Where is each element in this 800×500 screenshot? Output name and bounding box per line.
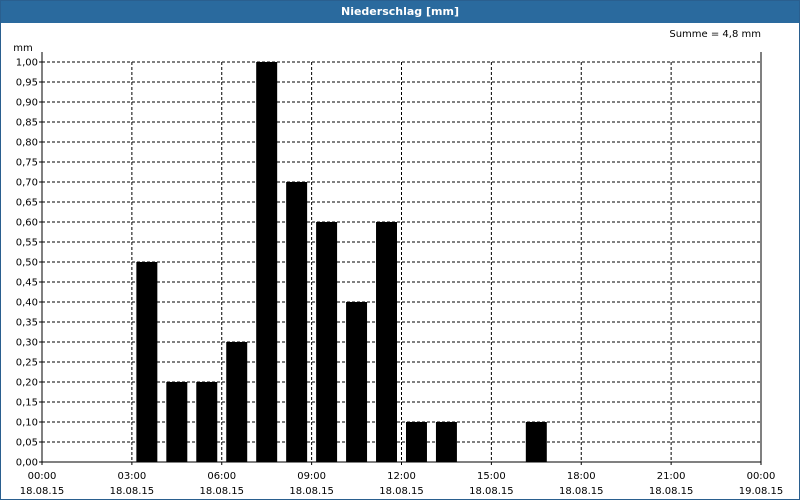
x-tick-time-label: 21:00	[657, 471, 686, 482]
x-tick-labels: 00:00 18.08.15 03:00 18.08.15 06:00 18.08.15 0…	[20, 471, 784, 497]
y-tick-label: 0,15	[16, 398, 38, 409]
y-tick-label: 0,45	[16, 278, 38, 289]
precipitation-chart: mm Summe = 4,8 mm 0,000,050,100,150,200,…	[13, 29, 784, 497]
y-tick-label: 0,50	[16, 258, 38, 269]
bar	[346, 302, 368, 462]
bar	[376, 222, 398, 462]
chart-window: Niederschlag [mm] mm Summe = 4,8 mm 0,00…	[0, 0, 800, 500]
x-tick-date-label: 18.08.15	[379, 486, 424, 497]
x-tick-time-label: 00:00	[747, 471, 776, 482]
sum-annotation: Summe = 4,8 mm	[669, 29, 761, 40]
y-tick-label: 0,85	[16, 118, 38, 129]
bar	[136, 262, 158, 462]
y-tick-label: 0,90	[16, 98, 38, 109]
bar	[286, 182, 308, 462]
y-tick-label: 0,30	[16, 338, 38, 349]
y-tick-label: 0,95	[16, 78, 38, 89]
y-tick-label: 0,80	[16, 138, 38, 149]
y-tick-labels: 0,00 0,05 0,10 0,15 0,20 0,25 0,30 0,35 0,40 0,45…	[16, 58, 38, 469]
y-axis-unit-label: mm	[13, 43, 32, 54]
window-title: Niederschlag [mm]	[1, 1, 799, 23]
y-tick-label: 0,60	[16, 218, 38, 229]
bar	[435, 422, 457, 462]
x-tick-date-label: 18.08.15	[469, 486, 514, 497]
x-tick-date-label: 18.08.15	[559, 486, 604, 497]
y-tick-label: 0,20	[16, 378, 38, 389]
bar	[196, 382, 218, 462]
x-tick-date-label: 18.08.15	[649, 486, 694, 497]
x-tick-time-label: 12:00	[387, 471, 416, 482]
x-tick-date-label: 18.08.15	[289, 486, 334, 497]
y-tick-label: 1,00	[16, 58, 38, 69]
bar	[166, 382, 188, 462]
x-tick-time-label: 09:00	[297, 471, 326, 482]
bar	[405, 422, 427, 462]
y-tick-label: 0,55	[16, 238, 38, 249]
x-tick-time-label: 03:00	[117, 471, 146, 482]
y-tick-label: 0,35	[16, 318, 38, 329]
bar	[316, 222, 338, 462]
x-tick-time-label: 15:00	[477, 471, 506, 482]
bar	[256, 62, 278, 462]
x-tick-time-label: 00:00	[28, 471, 57, 482]
x-tick-date-label: 18.08.15	[110, 486, 155, 497]
y-tick-label: 0,05	[16, 438, 38, 449]
x-tick-date-label: 18.08.15	[20, 486, 65, 497]
y-tick-label: 0,10	[16, 418, 38, 429]
x-tick-time-label: 18:00	[567, 471, 596, 482]
x-tick-date-label: 19.08.15	[739, 486, 784, 497]
x-tick-time-label: 06:00	[207, 471, 236, 482]
bar	[226, 342, 248, 462]
y-tick-label: 0,75	[16, 158, 38, 169]
y-tick-label: 0,40	[16, 298, 38, 309]
bar	[525, 422, 547, 462]
y-tick-label: 0,25	[16, 358, 38, 369]
y-tick-label: 0,70	[16, 178, 38, 189]
y-tick-label: 0,00	[16, 458, 38, 469]
x-tick-date-label: 18.08.15	[199, 486, 244, 497]
y-tick-label: 0,65	[16, 198, 38, 209]
